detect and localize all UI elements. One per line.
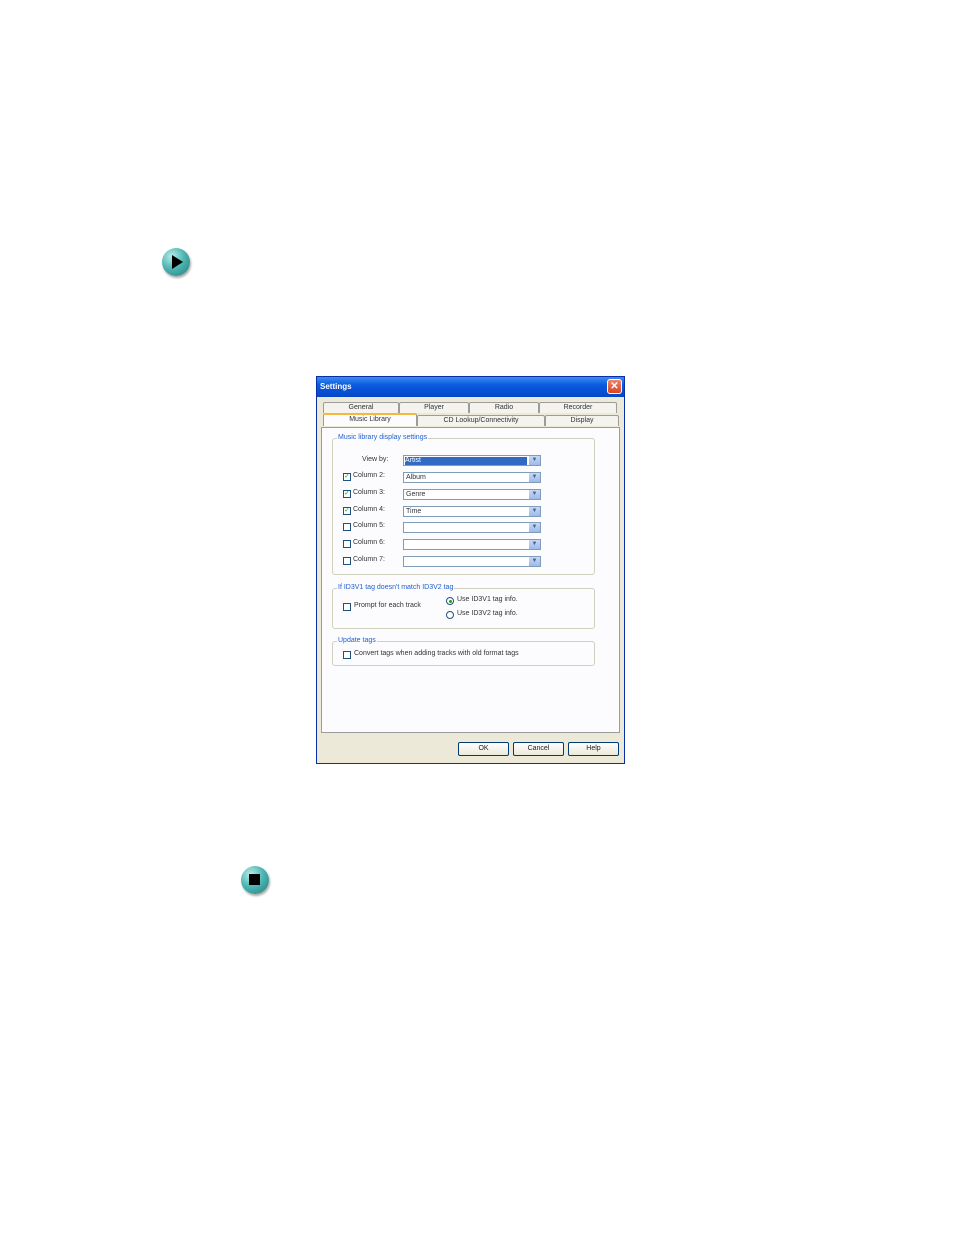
tab-cd-lookup[interactable]: CD Lookup/Connectivity: [417, 415, 545, 426]
column-3-checkbox[interactable]: ✓: [343, 490, 351, 498]
prompt-each-track-checkbox[interactable]: [343, 603, 351, 611]
cancel-button[interactable]: Cancel: [513, 742, 564, 756]
column-7-select[interactable]: ▼: [403, 556, 541, 567]
chevron-down-icon[interactable]: ▼: [529, 473, 540, 482]
column-7-label: Column 7:: [353, 556, 385, 563]
convert-tags-checkbox[interactable]: [343, 651, 351, 659]
stop-end-icon: [241, 866, 269, 894]
use-id3v2-radio[interactable]: [446, 611, 454, 619]
update-tags-group: Update tags Convert tags when adding tra…: [332, 637, 595, 666]
column-2-checkbox[interactable]: ✓: [343, 473, 351, 481]
convert-tags-label: Convert tags when adding tracks with old…: [354, 650, 519, 657]
chevron-down-icon[interactable]: ▼: [529, 523, 540, 532]
chevron-down-icon[interactable]: ▼: [529, 507, 540, 516]
column-6-checkbox[interactable]: [343, 540, 351, 548]
tab-label: CD Lookup/Connectivity: [443, 417, 519, 424]
display-settings-group-label: Music library display settings: [337, 434, 429, 441]
column-2-select[interactable]: Album ▼: [403, 472, 541, 483]
column-4-select[interactable]: Time ▼: [403, 506, 541, 517]
dialog-title: Settings: [320, 382, 352, 391]
settings-dialog: Settings ✕ General Player Radio Recorder…: [316, 376, 625, 764]
tab-label: Display: [570, 417, 594, 424]
column-5-label: Column 5:: [353, 522, 385, 529]
next-step-arrow-icon: [162, 248, 190, 276]
column-3-select[interactable]: Genre ▼: [403, 489, 541, 500]
column-4-value: Time: [406, 508, 422, 515]
id3-tag-group: If ID3V1 tag doesn't match ID3V2 tag Pro…: [332, 584, 595, 629]
title-bar[interactable]: Settings ✕: [317, 377, 624, 397]
column-2-value: Album: [406, 474, 426, 481]
help-button[interactable]: Help: [568, 742, 619, 756]
update-tags-group-label: Update tags: [337, 637, 377, 644]
tab-radio[interactable]: Radio: [469, 402, 539, 413]
column-6-select[interactable]: ▼: [403, 539, 541, 550]
tab-label: Recorder: [563, 404, 593, 411]
column-3-label: Column 3:: [353, 489, 385, 496]
view-by-value: Artist: [405, 457, 527, 465]
close-icon: ✕: [610, 381, 619, 392]
column-3-value: Genre: [406, 491, 426, 498]
column-4-checkbox[interactable]: ✓: [343, 507, 351, 515]
use-id3v2-label: Use ID3V2 tag info.: [457, 610, 518, 617]
chevron-down-icon[interactable]: ▼: [529, 540, 540, 549]
tab-music-library[interactable]: Music Library: [323, 413, 417, 426]
column-6-label: Column 6:: [353, 539, 385, 546]
chevron-down-icon[interactable]: ▼: [529, 456, 540, 465]
view-by-select[interactable]: Artist ▼: [403, 455, 541, 466]
column-7-checkbox[interactable]: [343, 557, 351, 565]
tab-player[interactable]: Player: [399, 402, 469, 413]
tab-general[interactable]: General: [323, 402, 399, 413]
prompt-each-track-label: Prompt for each track: [354, 602, 421, 609]
tab-label: Music Library: [349, 416, 391, 423]
display-settings-group: Music library display settings View by: …: [332, 434, 595, 575]
tab-label: Player: [424, 404, 444, 411]
ok-button[interactable]: OK: [458, 742, 509, 756]
column-5-select[interactable]: ▼: [403, 522, 541, 533]
tab-panel-music-library: Music library display settings View by: …: [321, 427, 620, 733]
tab-recorder[interactable]: Recorder: [539, 402, 617, 413]
use-id3v1-label: Use ID3V1 tag info.: [457, 596, 518, 603]
tab-label: General: [348, 404, 374, 411]
tab-label: Radio: [494, 404, 514, 411]
use-id3v1-radio[interactable]: [446, 597, 454, 605]
chevron-down-icon[interactable]: ▼: [529, 490, 540, 499]
view-by-label: View by:: [362, 456, 389, 463]
column-5-checkbox[interactable]: [343, 523, 351, 531]
column-2-label: Column 2:: [353, 472, 385, 479]
chevron-down-icon[interactable]: ▼: [529, 557, 540, 566]
close-button[interactable]: ✕: [607, 379, 622, 394]
column-4-label: Column 4:: [353, 506, 385, 513]
id3-tag-group-label: If ID3V1 tag doesn't match ID3V2 tag: [337, 584, 455, 591]
tab-display[interactable]: Display: [545, 415, 619, 426]
